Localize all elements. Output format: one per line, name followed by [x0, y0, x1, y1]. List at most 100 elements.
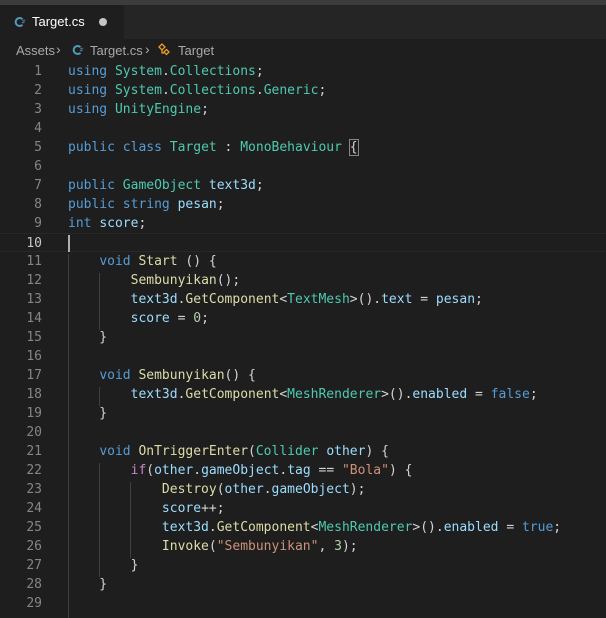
code-line[interactable]: 7 public GameObject text3d; [0, 176, 606, 195]
code-token: ; [529, 387, 538, 402]
code-line[interactable]: 4 [0, 119, 606, 138]
code-token: ) { [365, 444, 389, 459]
editor-tab-bar: # Target.cs [0, 5, 606, 39]
code-line[interactable]: 8 public string pesan; [0, 195, 606, 214]
code-token: tag [287, 463, 311, 478]
code-token: , [318, 539, 335, 554]
code-line[interactable]: 9 int score; [0, 214, 606, 233]
line-number: 12 [26, 273, 42, 288]
code-token: Start [138, 254, 178, 269]
code-line[interactable]: 21 void OnTriggerEnter(Collider other) { [0, 442, 606, 461]
line-number: 17 [26, 368, 42, 383]
code-token: void [99, 444, 131, 459]
code-token: } [68, 577, 108, 592]
code-token: GameObject [122, 178, 202, 193]
code-line[interactable]: 2 using System.Collections.Generic; [0, 81, 606, 100]
code-line[interactable]: 29 [0, 594, 606, 613]
code-token: Generic [263, 83, 319, 98]
svg-text:#: # [21, 20, 25, 26]
line-number: 4 [34, 121, 42, 136]
code-token: ( [248, 444, 256, 459]
code-token: = [412, 292, 436, 307]
tab-target-cs[interactable]: # Target.cs [0, 5, 124, 39]
code-line[interactable]: 19 } [0, 404, 606, 423]
code-token: other [154, 463, 194, 478]
code-token: < [279, 387, 288, 402]
code-line[interactable]: 11 void Start () { [0, 252, 606, 271]
code-line[interactable]: 1 using System.Collections; [0, 62, 606, 81]
code-line[interactable]: 17 void Sembunyikan() { [0, 366, 606, 385]
code-token: ); [341, 539, 358, 554]
code-line[interactable]: 16 [0, 347, 606, 366]
code-token: using [68, 83, 108, 98]
code-token: OnTriggerEnter [138, 444, 249, 459]
code-token: = [498, 520, 522, 535]
code-token: "Bola" [341, 463, 389, 478]
breadcrumb-file[interactable]: Target.cs [90, 43, 143, 58]
code-token: gameObject [271, 482, 350, 497]
line-number: 16 [26, 349, 42, 364]
code-line[interactable]: 3 using UnityEngine; [0, 100, 606, 119]
code-line[interactable]: 22 if(other.gameObject.tag == "Bola") { [0, 461, 606, 480]
code-text: Destroy(other.gameObject); [68, 480, 366, 499]
code-token: . [193, 463, 202, 478]
code-text: int score; [68, 214, 146, 233]
code-line[interactable]: 20 [0, 423, 606, 442]
code-token: GetComponent [185, 387, 280, 402]
code-token: score [99, 216, 139, 231]
code-text: } [68, 404, 107, 423]
code-token: void [99, 254, 131, 269]
code-line[interactable]: 6 [0, 157, 606, 176]
code-token: UnityEngine [114, 102, 202, 117]
line-number: 28 [26, 577, 42, 592]
code-line[interactable]: 25 text3d.GetComponent<MeshRenderer>().e… [0, 518, 606, 537]
code-token: () { [177, 254, 217, 269]
code-line[interactable]: 28 } [0, 575, 606, 594]
code-line[interactable]: 13 text3d.GetComponent<TextMesh>().text … [0, 290, 606, 309]
breadcrumb-folder[interactable]: Assets [16, 43, 55, 58]
code-text: Invoke("Sembunyikan", 3); [68, 537, 358, 556]
line-number: 23 [26, 482, 42, 497]
code-token: using [68, 102, 108, 117]
code-token: ; [216, 197, 225, 212]
line-number: 27 [26, 558, 42, 573]
code-token: text3d [208, 178, 256, 193]
code-line[interactable]: 12 Sembunyikan(); [0, 271, 606, 290]
code-token: < [279, 292, 288, 307]
code-line[interactable]: 23 Destroy(other.gameObject); [0, 480, 606, 499]
code-token: } [68, 406, 108, 421]
code-token: 3 [334, 539, 342, 554]
code-token: score [161, 501, 202, 516]
code-token: public [68, 197, 115, 212]
code-token: Target [169, 140, 217, 155]
code-line[interactable]: 14 score = 0; [0, 309, 606, 328]
breadcrumb-symbol[interactable]: Target [178, 43, 214, 58]
code-line[interactable]: 24 score++; [0, 499, 606, 518]
code-line[interactable]: 10 [0, 233, 606, 252]
unsaved-dot-icon[interactable] [99, 18, 107, 26]
code-line[interactable]: 18 text3d.GetComponent<MeshRenderer>().e… [0, 385, 606, 404]
line-number: 8 [34, 197, 42, 212]
code-text: public string pesan; [68, 195, 225, 214]
code-token: if [130, 463, 147, 478]
code-token: Collections [169, 64, 256, 79]
code-editor[interactable]: 1 using System.Collections; 2 using System.… [0, 61, 606, 618]
code-token: false [490, 387, 530, 402]
code-token: Sembunyikan [138, 368, 225, 383]
code-line[interactable]: 15 } [0, 328, 606, 347]
code-line[interactable]: 27 } [0, 556, 606, 575]
code-line[interactable]: 26 Invoke("Sembunyikan", 3); [0, 537, 606, 556]
text-cursor [68, 235, 70, 252]
code-text: text3d.GetComponent<MeshRenderer>().enab… [68, 385, 538, 404]
code-line[interactable]: 5 public class Target : MonoBehaviour { [0, 138, 606, 157]
code-token: Destroy [161, 482, 217, 497]
code-token: ); [349, 482, 366, 497]
